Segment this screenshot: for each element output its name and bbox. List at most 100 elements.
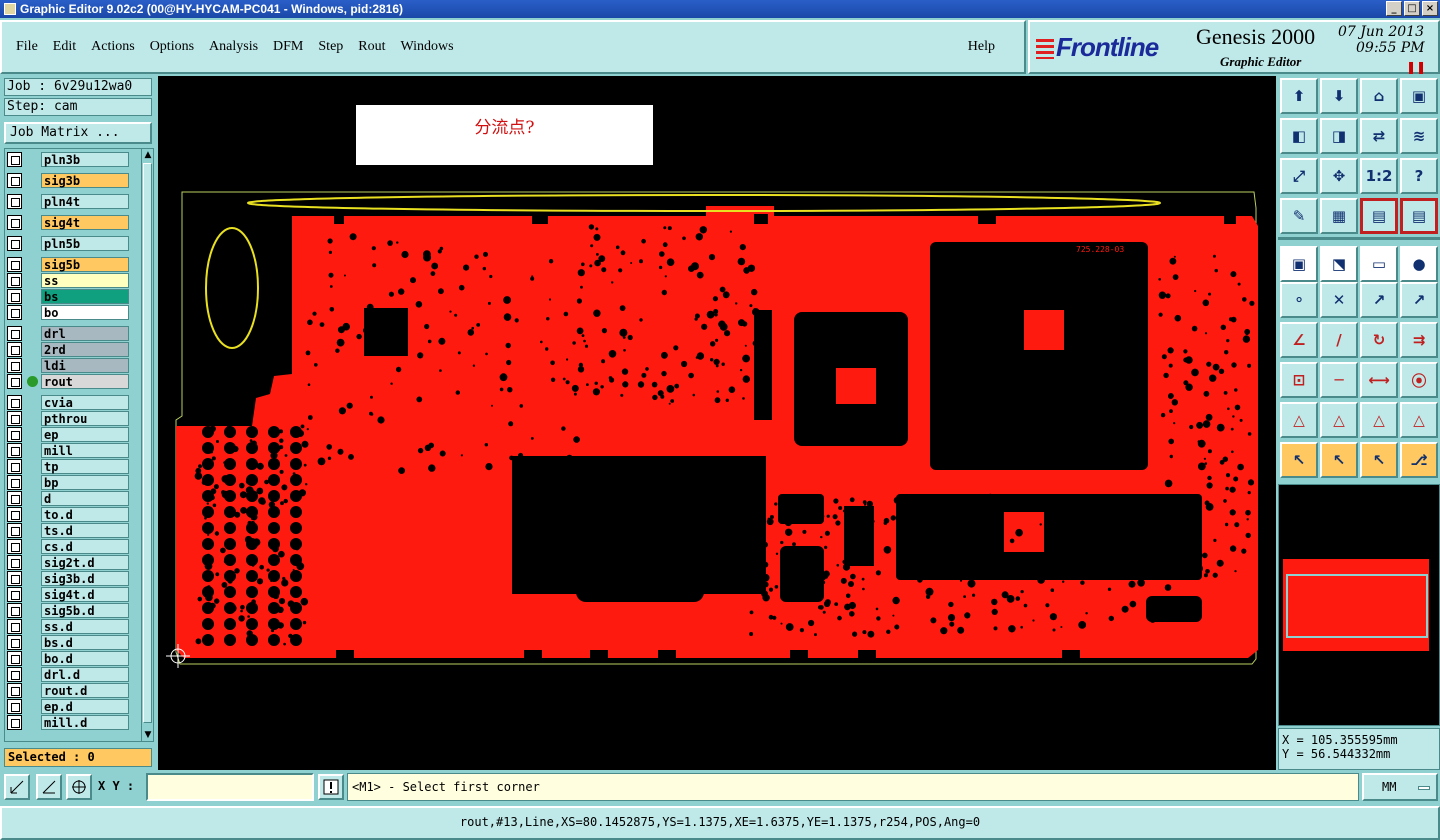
layer-name[interactable]: pln3b [41,152,129,167]
layer-checkbox[interactable] [7,289,22,304]
layer-row-bs-d[interactable]: bs.d [7,635,129,650]
layer-row-pln4t[interactable]: pln4t [7,194,129,209]
pan-left-icon[interactable]: ◧ [1280,118,1318,154]
layer-name[interactable]: pthrou [41,411,129,426]
layer-row-ts-d[interactable]: ts.d [7,523,129,538]
layer-row-d[interactable]: d [7,491,129,506]
window-split-icon[interactable]: ▣ [1400,78,1438,114]
scale-icon[interactable]: 1:2 [1360,158,1398,194]
layer-name[interactable]: bs [41,289,129,304]
menu-edit[interactable]: Edit [53,39,76,55]
layer-red-icon[interactable]: ▤ [1360,198,1398,234]
layer-name[interactable]: ep.d [41,699,129,714]
grid-snap-icon[interactable] [66,774,92,800]
layer-row-pln3b[interactable]: pln3b [7,152,129,167]
layer-name[interactable]: mill.d [41,715,129,730]
units-selector[interactable]: MM [1362,773,1438,801]
line-icon[interactable]: ⬔ [1320,246,1358,282]
scroll-thumb[interactable] [143,163,152,723]
close-button[interactable]: × [1422,1,1438,16]
layer-checkbox[interactable] [7,427,22,442]
layer-name[interactable]: drl.d [41,667,129,682]
layer-row-sig3b-d[interactable]: sig3b.d [7,571,129,586]
pen-icon[interactable]: ✎ [1280,198,1318,234]
home-icon[interactable]: ⌂ [1360,78,1398,114]
layer-checkbox[interactable] [7,571,22,586]
save-icon[interactable]: ⬇ [1320,78,1358,114]
layer-name[interactable]: ep [41,427,129,442]
pad-icon[interactable]: ▣ [1280,246,1318,282]
pcb-board-view[interactable]: 725.228-03 [158,76,1276,770]
layer-row-bo[interactable]: bo [7,305,129,320]
layer-checkbox[interactable] [7,619,22,634]
triangle2-icon[interactable]: △ [1320,402,1358,438]
layer-row-bp[interactable]: bp [7,475,129,490]
menu-step[interactable]: Step [318,39,343,55]
dropdown-icon[interactable] [1418,786,1430,790]
layer-row-sig4t-d[interactable]: sig4t.d [7,587,129,602]
layer-row-sig4t[interactable]: sig4t [7,215,129,230]
layer-name[interactable]: ss.d [41,619,129,634]
pointer-box2-icon[interactable]: ↖ [1360,442,1398,478]
layer-row-sig5b-d[interactable]: sig5b.d [7,603,129,618]
measure-icon[interactable]: ⟷ [1360,362,1398,398]
triangle-icon[interactable]: △ [1280,402,1318,438]
layer-name[interactable]: drl [41,326,129,341]
layer-red2-icon[interactable]: ▤ [1400,198,1438,234]
layer-checkbox[interactable] [7,194,22,209]
swap-icon[interactable]: ⇄ [1360,118,1398,154]
layer-name[interactable]: bp [41,475,129,490]
layer-name[interactable]: pln5b [41,236,129,251]
menu-dfm[interactable]: DFM [273,39,303,55]
layer-row-cvia[interactable]: cvia [7,395,129,410]
layer-row-sig3b[interactable]: sig3b [7,173,129,188]
layer-name[interactable]: 2rd [41,342,129,357]
layer-name[interactable]: cvia [41,395,129,410]
menu-rout[interactable]: Rout [358,39,385,55]
layer-checkbox[interactable] [7,699,22,714]
layer-name[interactable]: rout [41,374,129,389]
menu-windows[interactable]: Windows [401,39,454,55]
layer-row-2rd[interactable]: 2rd [7,342,129,357]
drill-icon[interactable]: ⦿ [1400,362,1438,398]
layer-checkbox[interactable] [7,374,22,389]
layer-checkbox[interactable] [7,215,22,230]
layer-checkbox[interactable] [7,587,22,602]
slash-icon[interactable]: / [1320,322,1358,358]
connect2-icon[interactable]: ↗ [1400,282,1438,318]
overview-map[interactable] [1278,484,1440,726]
layer-row-to-d[interactable]: to.d [7,507,129,522]
layer-row-rout-d[interactable]: rout.d [7,683,129,698]
layer-checkbox[interactable] [7,475,22,490]
minimize-button[interactable]: _ [1386,1,1402,16]
overview-board[interactable] [1279,485,1439,725]
layer-name[interactable]: rout.d [41,683,129,698]
layer-checkbox[interactable] [7,507,22,522]
layer-row-cs-d[interactable]: cs.d [7,539,129,554]
layer-row-rout[interactable]: rout [7,374,129,389]
layer-checkbox[interactable] [7,411,22,426]
layer-name[interactable]: mill [41,443,129,458]
triangle4-icon[interactable]: △ [1400,402,1438,438]
layer-name[interactable]: sig5b [41,257,129,272]
snap-icon[interactable] [4,774,30,800]
grid-icon[interactable]: ▦ [1320,198,1358,234]
layer-name[interactable]: pln4t [41,194,129,209]
center-icon[interactable]: ✥ [1320,158,1358,194]
route-icon[interactable]: ⎇ [1400,442,1438,478]
ruler-icon[interactable]: ▭ [1360,246,1398,282]
layer-name[interactable]: sig4t.d [41,587,129,602]
layer-checkbox[interactable] [7,459,22,474]
pan-right-icon[interactable]: ◨ [1320,118,1358,154]
layer-name[interactable]: ts.d [41,523,129,538]
pause-icon[interactable]: ❚❚ [1406,60,1426,74]
layer-name[interactable]: bs.d [41,635,129,650]
layer-name[interactable]: sig3b [41,173,129,188]
job-matrix-button[interactable]: Job Matrix ... [4,122,152,144]
menu-file[interactable]: File [16,39,38,55]
layer-checkbox[interactable] [7,491,22,506]
layer-checkbox[interactable] [7,667,22,682]
layer-checkbox[interactable] [7,443,22,458]
layer-row-ep[interactable]: ep [7,427,129,442]
layer-name[interactable]: ldi [41,358,129,373]
